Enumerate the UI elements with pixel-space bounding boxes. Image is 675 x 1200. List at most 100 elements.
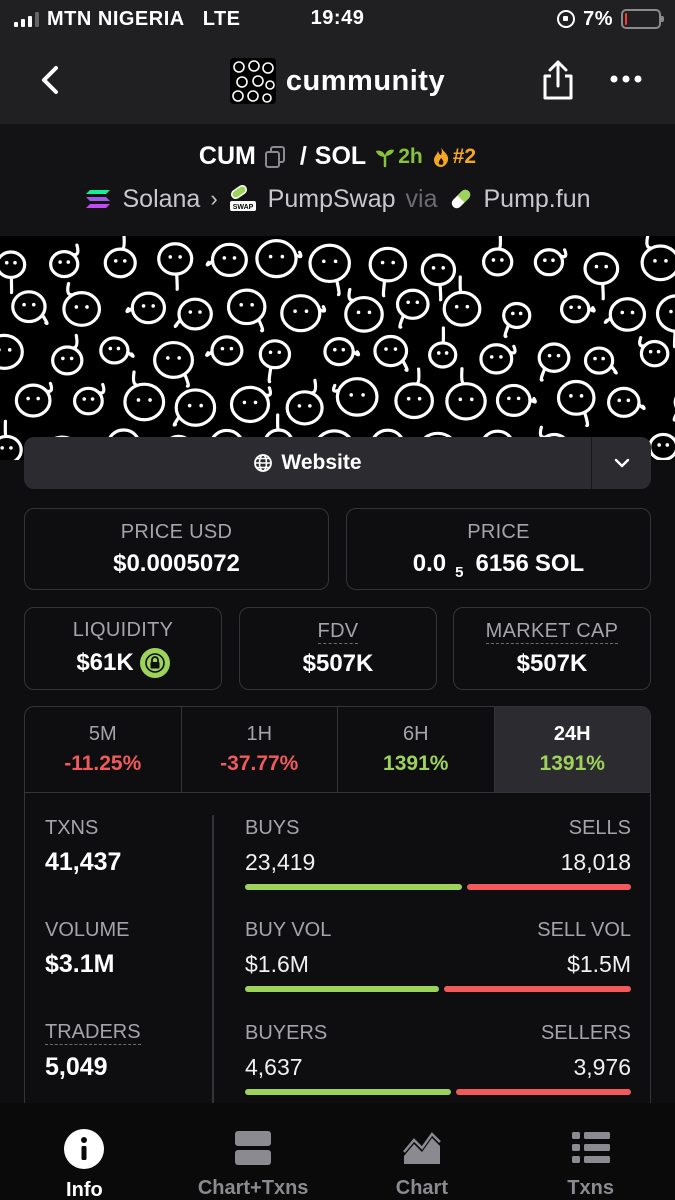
lock-icon[interactable] [139, 648, 170, 678]
liquidity-value: $61K [76, 649, 134, 676]
sell-vol-value: $1.5M [567, 951, 631, 977]
network-type: LTE [202, 7, 241, 30]
pair-separator: / [299, 142, 307, 170]
tab-label: 6H [402, 723, 429, 745]
tab-chart-txns-label: Chart+Txns [197, 1177, 309, 1199]
buys-sells-bar [245, 884, 631, 890]
trending-rank: #2 [431, 145, 476, 169]
flame-icon [433, 146, 448, 167]
tab-txns-label: Txns [567, 1177, 614, 1199]
fdv-value: $507K [302, 649, 374, 677]
solana-icon [86, 190, 111, 208]
market-cap-value: $507K [516, 649, 588, 677]
share-button[interactable] [540, 58, 576, 102]
dex-badge: SWAP [232, 204, 253, 211]
banner-art [0, 236, 675, 460]
pair-info: CUM / SOL 2h #2 Solana › SWAP PumpSwap v… [0, 124, 675, 236]
buy-vol-label: BUY VOL [245, 919, 332, 941]
launchpad-link[interactable]: Pump.fun [484, 185, 591, 214]
tab-info-label: Info [66, 1179, 103, 1200]
price-usd-label: PRICE USD [120, 520, 233, 543]
share-icon [543, 60, 573, 100]
more-icon [610, 75, 642, 83]
price-native-unit: SOL [534, 549, 585, 577]
website-dropdown-button[interactable] [591, 437, 651, 489]
copy-icon[interactable] [264, 145, 286, 169]
buyers-bar [245, 1089, 451, 1095]
volume-stat: VOLUME $3.1M [45, 919, 129, 979]
pumpfun-icon [451, 189, 470, 209]
sprout-icon [376, 149, 395, 167]
price-usd-card: PRICE USD $0.0005072 [24, 508, 329, 590]
quote-token: SOL [314, 142, 367, 170]
buys-bar [245, 884, 462, 890]
page-title: cummunity [285, 64, 446, 97]
carrier-info: MTN NIGERIA LTE [14, 8, 241, 31]
battery-percent: 7% [583, 7, 613, 30]
more-options-button[interactable] [606, 66, 646, 92]
sell-vol-bar [444, 986, 631, 992]
tab-chart-txns[interactable]: Chart+Txns [169, 1103, 338, 1200]
tab-label: 24H [553, 723, 591, 745]
chain-link[interactable]: Solana [122, 185, 200, 214]
buys-value: 23,419 [245, 849, 316, 875]
tab-info[interactable]: Info [0, 1103, 169, 1200]
tab-6h[interactable]: 6H 1391% [338, 707, 495, 792]
pair-age-value: 2h [398, 144, 423, 168]
via-label: via [405, 184, 438, 213]
price-native-label: PRICE [467, 520, 530, 543]
buy-vol-bar [245, 986, 439, 992]
globe-icon [254, 454, 273, 472]
txns-stat: TXNS 41,437 [45, 817, 121, 877]
sells-label: SELLS [568, 817, 631, 839]
token-avatar [229, 58, 276, 104]
tab-24h[interactable]: 24H 1391% [494, 707, 650, 792]
rotation-lock-icon [557, 10, 576, 28]
tab-1h[interactable]: 1H -37.77% [182, 707, 338, 792]
tab-5m[interactable]: 5M -11.25% [25, 707, 182, 792]
buyers-label: BUYERS [245, 1022, 328, 1044]
market-cap-card: MARKET CAP $507K [453, 607, 651, 690]
back-button[interactable] [34, 62, 70, 98]
volume-label: VOLUME [45, 919, 130, 941]
sellers-value: 3,976 [573, 1054, 631, 1080]
price-change: 1391% [383, 752, 449, 775]
timeframe-panel: 5M -11.25% 1H -37.77% 6H 1391% 24H 1391%… [24, 706, 651, 1126]
buyers-sellers-bar [245, 1089, 631, 1095]
liquidity-value-group: $61K [76, 648, 170, 678]
tab-label: 5M [88, 723, 117, 745]
volume-value: $3.1M [45, 950, 115, 978]
website-button[interactable]: Website [24, 437, 591, 489]
buys-label: BUYS [245, 817, 300, 839]
info-icon [63, 1129, 105, 1169]
sells-value: 18,018 [560, 849, 631, 875]
battery-icon [621, 9, 664, 29]
fdv-label[interactable]: FDV [317, 620, 359, 644]
traders-label[interactable]: TRADERS [45, 1021, 141, 1045]
buyers-sellers-ratio: BUYERS SELLERS 4,637 3,976 [245, 1022, 631, 1095]
website-bar: Website [24, 437, 651, 489]
txns-value: 41,437 [45, 848, 122, 876]
signal-strength-icon [14, 11, 39, 27]
tab-chart-label: Chart [395, 1177, 448, 1199]
dex-link[interactable]: PumpSwap [268, 185, 396, 214]
trending-rank-value: #2 [452, 144, 477, 168]
market-cap-label[interactable]: MARKET CAP [485, 620, 619, 644]
nav-header: cummunity [0, 38, 675, 124]
sellers-bar [456, 1089, 631, 1095]
price-native-prefix: 0.0 [412, 549, 447, 577]
fdv-card: FDV $507K [239, 607, 437, 690]
nav-title-group: cummunity [229, 58, 446, 104]
chart-icon [401, 1129, 443, 1167]
buy-sell-volume-ratio: BUY VOL SELL VOL $1.6M $1.5M [245, 919, 631, 992]
buyers-value: 4,637 [245, 1054, 303, 1080]
sells-bar [467, 884, 631, 890]
price-usd-value: $0.0005072 [113, 549, 240, 577]
sell-vol-label: SELL VOL [537, 919, 631, 941]
tab-txns[interactable]: Txns [506, 1103, 675, 1200]
website-label: Website [281, 451, 362, 474]
chevron-right-icon: › [210, 186, 218, 211]
tab-chart[interactable]: Chart [338, 1103, 507, 1200]
back-icon [42, 66, 58, 94]
stats-divider [212, 815, 214, 1115]
